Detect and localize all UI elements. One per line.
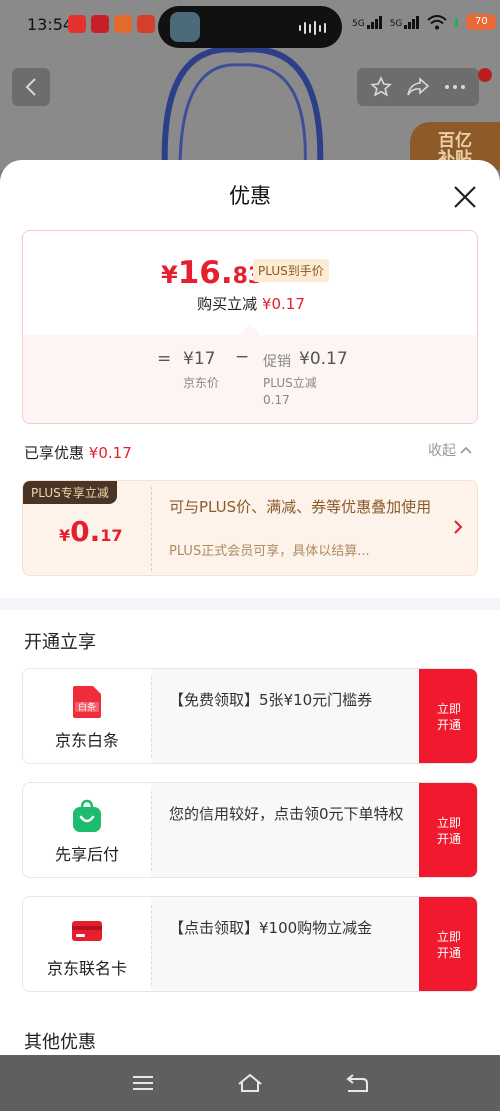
dynamic-island[interactable] — [158, 6, 342, 48]
pay-later-card[interactable]: 先享后付 您的信用较好，点击领0元下单特权 立即开通 — [22, 782, 478, 878]
media-thumbnail — [170, 12, 200, 42]
shopping-bag-icon — [73, 799, 101, 832]
pay-description: 您的信用较好，点击领0元下单特权 — [169, 805, 404, 823]
purchase-reduction: 购买立减 ¥0.17 — [23, 293, 477, 314]
system-nav-bar — [0, 1055, 500, 1111]
close-icon[interactable] — [452, 184, 478, 210]
status-bar: 13:54 5G 5G 70 — [0, 0, 500, 52]
final-price: ¥16.83 — [161, 255, 263, 291]
pay-left: 先享后付 — [23, 783, 151, 877]
promo-label-amount: 0.17 — [263, 393, 290, 407]
chevron-right-icon — [454, 520, 463, 534]
share-icon[interactable] — [406, 76, 430, 98]
promo-prefix: 促销 — [263, 354, 291, 370]
star-icon[interactable] — [370, 76, 392, 98]
jd-price-label: 京东价 — [183, 376, 220, 390]
return-icon — [346, 1074, 368, 1092]
chevron-left-icon — [25, 78, 36, 96]
pay-name: 京东联名卡 — [46, 959, 127, 978]
tmall-icon — [91, 15, 109, 33]
wifi-icon — [427, 14, 448, 29]
reduce-label: 购买立减 — [197, 295, 258, 313]
pay-left: 京东联名卡 — [23, 897, 151, 991]
section-separator — [0, 598, 500, 610]
open-pay-later-button[interactable]: 立即开通 — [419, 783, 477, 877]
battery-indicator: 70 — [466, 14, 497, 30]
signal-icon — [366, 15, 382, 29]
notification-badge — [478, 68, 492, 82]
pay-name: 京东白条 — [54, 731, 119, 750]
home-icon — [238, 1073, 262, 1092]
plus-subtext: PLUS正式会员可享，具体以结算... — [169, 544, 370, 559]
plus-discount-card[interactable]: PLUS专享立减 ¥0.17 可与PLUS价、满减、券等优惠叠加使用 PLUS正… — [22, 480, 478, 576]
home-button[interactable] — [235, 1068, 265, 1098]
more-icon[interactable] — [444, 84, 466, 90]
currency-symbol: ¥ — [161, 261, 178, 289]
open-baitiao-button[interactable]: 立即开通 — [419, 669, 477, 763]
collapse-button[interactable]: 收起 — [428, 440, 472, 460]
system-indicators: 5G 5G 70 — [352, 14, 497, 30]
chevron-up-icon — [460, 446, 472, 454]
back-button[interactable] — [12, 68, 50, 106]
reduce-amount: ¥0.17 — [261, 295, 305, 313]
divider — [151, 905, 152, 985]
open-section-title: 开通立享 — [24, 632, 96, 653]
app-notification-icon — [114, 15, 132, 33]
plus-price-tag: PLUS到手价 — [253, 259, 329, 282]
credit-card-icon — [72, 921, 102, 941]
promo-amount: ¥0.17 — [299, 349, 348, 369]
top-actions — [357, 68, 479, 106]
plus-amount-integer: 0. — [70, 515, 101, 548]
status-time: 13:54 — [27, 15, 74, 34]
privacy-indicator — [455, 17, 459, 27]
divider — [151, 791, 152, 871]
baitiao-card[interactable]: 白条 京东白条 【免费领取】5张¥10元门槛券 立即开通 — [22, 668, 478, 764]
audio-wave-icon — [299, 21, 326, 35]
network-label-2: 5G — [389, 19, 403, 29]
menu-button[interactable] — [128, 1068, 158, 1098]
baitiao-icon-text: 白条 — [78, 701, 96, 713]
collapse-label: 收起 — [428, 443, 456, 459]
open-cobrand-card-button[interactable]: 立即开通 — [419, 897, 477, 991]
pay-description: 【点击领取】¥100购物立减金 — [169, 919, 373, 937]
network-label-1: 5G — [352, 19, 365, 29]
cobrand-card[interactable]: 京东联名卡 【点击领取】¥100购物立减金 立即开通 — [22, 896, 478, 992]
pay-description: 【免费领取】5张¥10元门槛券 — [169, 691, 373, 709]
back-nav-button[interactable] — [342, 1068, 372, 1098]
plus-ribbon: PLUS专享立减 — [23, 481, 117, 504]
minus-sign: − — [235, 347, 250, 367]
equals-sign: = — [157, 349, 172, 369]
jd-price: ¥17 — [183, 349, 216, 369]
pay-left: 白条 京东白条 — [23, 669, 151, 763]
notification-icons — [68, 15, 155, 33]
price-breakdown-card: ¥16.83 PLUS到手价 购买立减 ¥0.17 = ¥17 京东价 − 促销… — [22, 230, 478, 424]
plus-amount: ¥0.17 — [59, 515, 123, 548]
price-summary: ¥16.83 PLUS到手价 购买立减 ¥0.17 — [23, 231, 477, 335]
discount-sheet: 优惠 ¥16.83 PLUS到手价 购买立减 ¥0.17 = ¥17 京东价 −… — [0, 160, 500, 1055]
taobao-icon — [137, 15, 155, 33]
enjoyed-amount: ¥0.17 — [88, 444, 132, 462]
divider — [151, 487, 152, 571]
netease-music-icon — [68, 15, 86, 33]
currency-symbol: ¥ — [59, 526, 71, 545]
plus-description: 可与PLUS价、满减、券等优惠叠加使用 — [169, 498, 432, 516]
enjoyed-discount: 已享优惠 ¥0.17 — [24, 442, 132, 463]
baitiao-icon: 白条 — [73, 686, 101, 718]
price-integer: 16. — [177, 255, 233, 291]
menu-icon — [133, 1076, 154, 1090]
enjoyed-label: 已享优惠 — [24, 444, 85, 462]
pay-name: 先享后付 — [54, 845, 119, 864]
divider — [151, 677, 152, 757]
other-section-title: 其他优惠 — [24, 1032, 96, 1053]
sheet-title: 优惠 — [229, 184, 271, 208]
signal-icon — [404, 15, 420, 29]
promo-label-plus: PLUS立减 — [263, 376, 317, 390]
price-calculation: = ¥17 京东价 − 促销 ¥0.17 PLUS立减 0.17 — [23, 335, 477, 423]
plus-amount-decimal: 17 — [100, 526, 123, 545]
